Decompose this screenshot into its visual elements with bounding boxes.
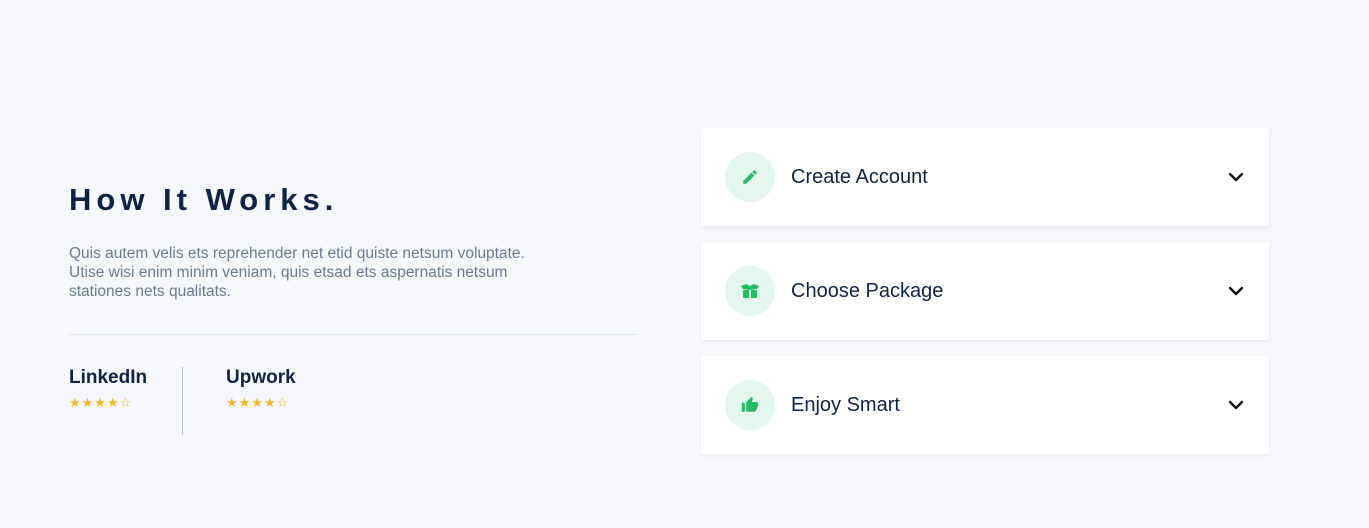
divider bbox=[69, 334, 637, 335]
accordion-item-create-account[interactable]: Create Account bbox=[701, 128, 1269, 226]
rating-upwork: Upwork ★★★★☆ bbox=[183, 367, 296, 435]
accordion-item-label: Create Account bbox=[791, 165, 928, 188]
chevron-down-icon[interactable] bbox=[1228, 397, 1244, 413]
section-title: How It Works. bbox=[69, 182, 339, 217]
star-rating: ★★★★☆ bbox=[69, 396, 133, 411]
accordion-item-enjoy-smart[interactable]: Enjoy Smart bbox=[701, 356, 1269, 454]
section-description: Quis autem velis ets reprehender net eti… bbox=[69, 245, 525, 300]
rating-linkedin: LinkedIn ★★★★☆ bbox=[69, 367, 183, 435]
steps-accordion: Create Account Choose Package Enjoy Smar… bbox=[701, 128, 1269, 470]
package-icon bbox=[725, 266, 775, 316]
star-rating: ★★★★☆ bbox=[226, 396, 290, 411]
accordion-item-choose-package[interactable]: Choose Package bbox=[701, 242, 1269, 340]
pencil-icon bbox=[725, 152, 775, 202]
how-it-works-intro: How It Works. Quis autem velis ets repre… bbox=[69, 180, 637, 435]
thumbs-up-icon bbox=[725, 380, 775, 430]
rating-platform-name: Upwork bbox=[226, 367, 296, 388]
accordion-item-label: Choose Package bbox=[791, 279, 944, 302]
platform-ratings: LinkedIn ★★★★☆ Upwork ★★★★☆ bbox=[69, 367, 637, 435]
rating-platform-name: LinkedIn bbox=[69, 367, 148, 388]
chevron-down-icon[interactable] bbox=[1228, 283, 1244, 299]
chevron-down-icon[interactable] bbox=[1228, 169, 1244, 185]
accordion-item-label: Enjoy Smart bbox=[791, 393, 900, 416]
